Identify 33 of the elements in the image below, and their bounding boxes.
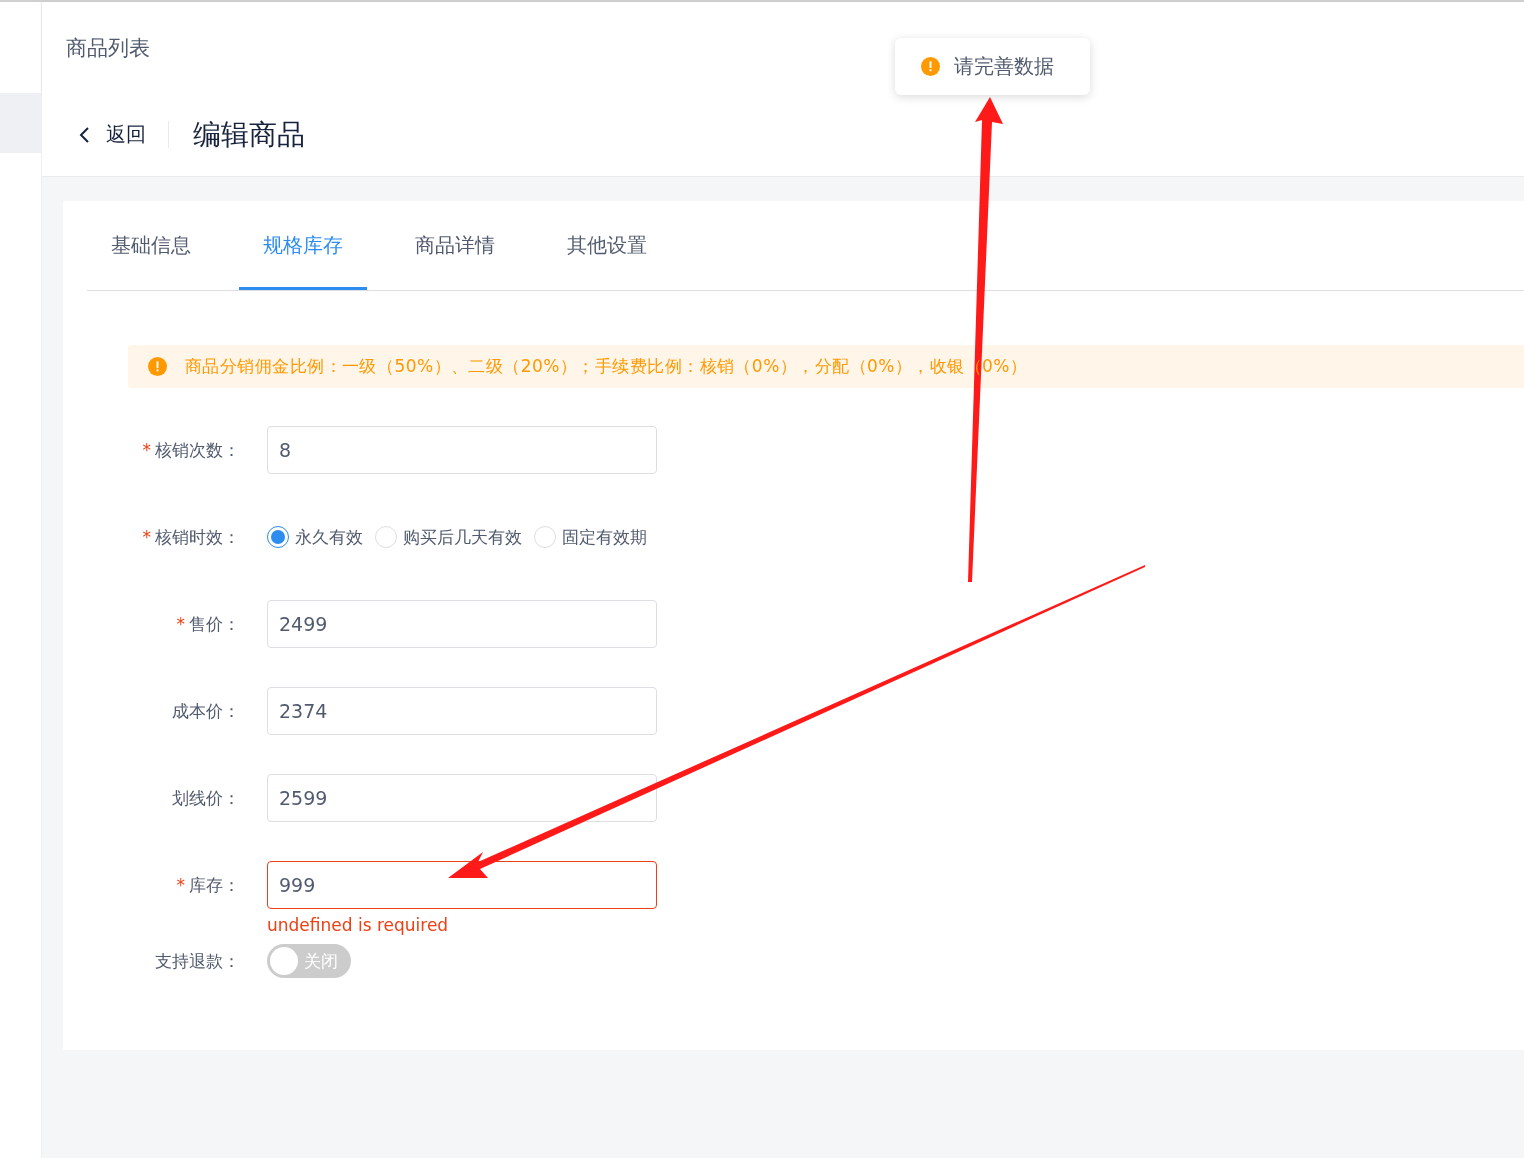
tab[interactable]: 基础信息 [87, 201, 215, 290]
required-mark: * [142, 526, 151, 547]
notice-text: 商品分销佣金比例：一级（50%）、二级（20%）；手续费比例：核销（0%），分配（0%），收银（0%） [185, 355, 1028, 378]
page-title: 编辑商品 [192, 116, 305, 153]
chevron-left-icon [78, 125, 90, 144]
field-label: 划线价： [172, 787, 240, 808]
tab[interactable]: 其他设置 [543, 201, 671, 290]
required-mark: * [142, 439, 151, 460]
field-label: 核销次数： [155, 439, 240, 460]
field-label: 核销时效： [155, 526, 240, 547]
back-button[interactable]: 返回 [78, 121, 169, 148]
warning-icon [921, 57, 940, 76]
error-message: undefined is required [267, 915, 449, 935]
field-label: 库存： [189, 874, 240, 895]
radio-option[interactable]: 购买后几天有效 [375, 525, 522, 549]
toast-text: 请完善数据 [954, 53, 1054, 80]
sidebar-item[interactable] [0, 93, 41, 153]
field-label: 成本价： [172, 700, 240, 721]
input-field[interactable]: 2499 [267, 600, 657, 648]
tab[interactable]: 规格库存 [239, 201, 367, 290]
warning-icon [148, 357, 167, 376]
required-mark: * [176, 874, 185, 895]
input-field[interactable]: 8 [267, 426, 657, 474]
tab[interactable]: 商品详情 [391, 201, 519, 290]
input-field[interactable]: 999 [267, 861, 657, 909]
field-label: 支持退款： [155, 950, 240, 971]
field-label: 售价： [189, 613, 240, 634]
input-field[interactable]: 2599 [267, 774, 657, 822]
radio-option[interactable]: 永久有效 [267, 525, 363, 549]
radio-option[interactable]: 固定有效期 [534, 525, 647, 549]
input-field[interactable]: 2374 [267, 687, 657, 735]
breadcrumb-title: 商品列表 [66, 34, 150, 62]
required-mark: * [176, 613, 185, 634]
